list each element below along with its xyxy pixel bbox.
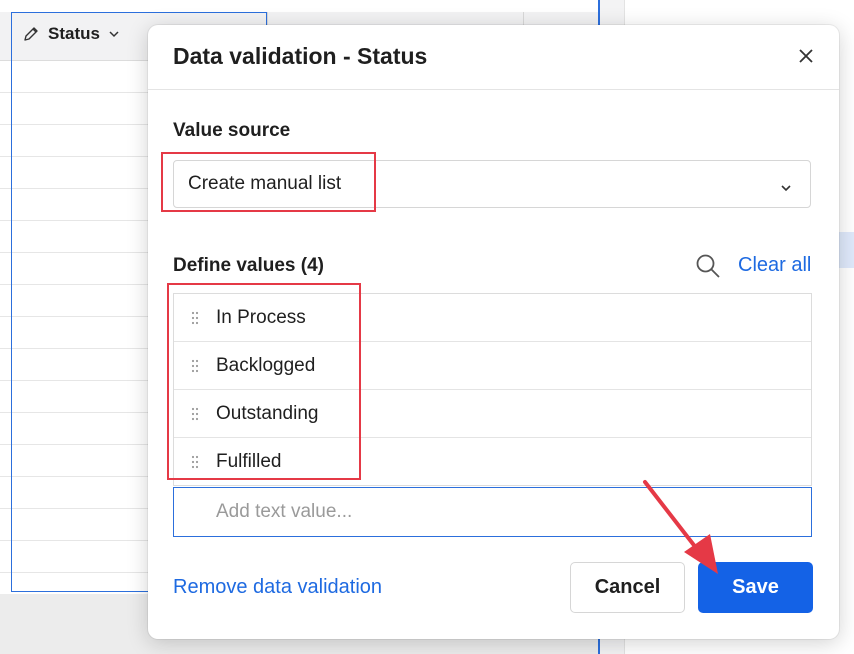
value-label: Backlogged — [216, 354, 316, 376]
value-label: Outstanding — [216, 402, 319, 424]
data-validation-dialog: Data validation - Status Value source Cr… — [148, 25, 839, 639]
drag-handle-icon[interactable] — [174, 359, 216, 373]
side-panel-highlight — [838, 232, 854, 268]
cancel-button[interactable]: Cancel — [570, 562, 685, 613]
drag-handle-icon[interactable] — [174, 407, 216, 421]
search-icon[interactable] — [695, 253, 721, 284]
dialog-title: Data validation - Status — [173, 43, 428, 69]
remove-data-validation-link[interactable]: Remove data validation — [173, 576, 382, 599]
drag-handle-icon[interactable] — [174, 455, 216, 469]
chevron-down-icon — [780, 178, 792, 200]
dialog-header: Data validation - Status — [148, 25, 839, 90]
close-icon — [798, 48, 814, 69]
add-text-value-input[interactable] — [173, 487, 812, 537]
list-item[interactable]: In Process — [174, 294, 811, 342]
values-list: In Process Backlogged Outstanding Fulfil… — [173, 293, 812, 486]
value-label: In Process — [216, 306, 306, 328]
close-button[interactable] — [793, 45, 819, 71]
define-values-label: Define values (4) — [173, 255, 324, 276]
value-source-select[interactable]: Create manual list — [173, 160, 811, 208]
list-item[interactable]: Fulfilled — [174, 438, 811, 485]
value-source-label: Value source — [173, 120, 291, 141]
save-button[interactable]: Save — [698, 562, 813, 613]
value-label: Fulfilled — [216, 451, 282, 472]
list-item[interactable]: Backlogged — [174, 342, 811, 390]
list-item[interactable]: Outstanding — [174, 390, 811, 438]
drag-handle-icon[interactable] — [174, 311, 216, 325]
value-source-selected: Create manual list — [188, 173, 342, 194]
clear-all-link[interactable]: Clear all — [738, 254, 811, 277]
